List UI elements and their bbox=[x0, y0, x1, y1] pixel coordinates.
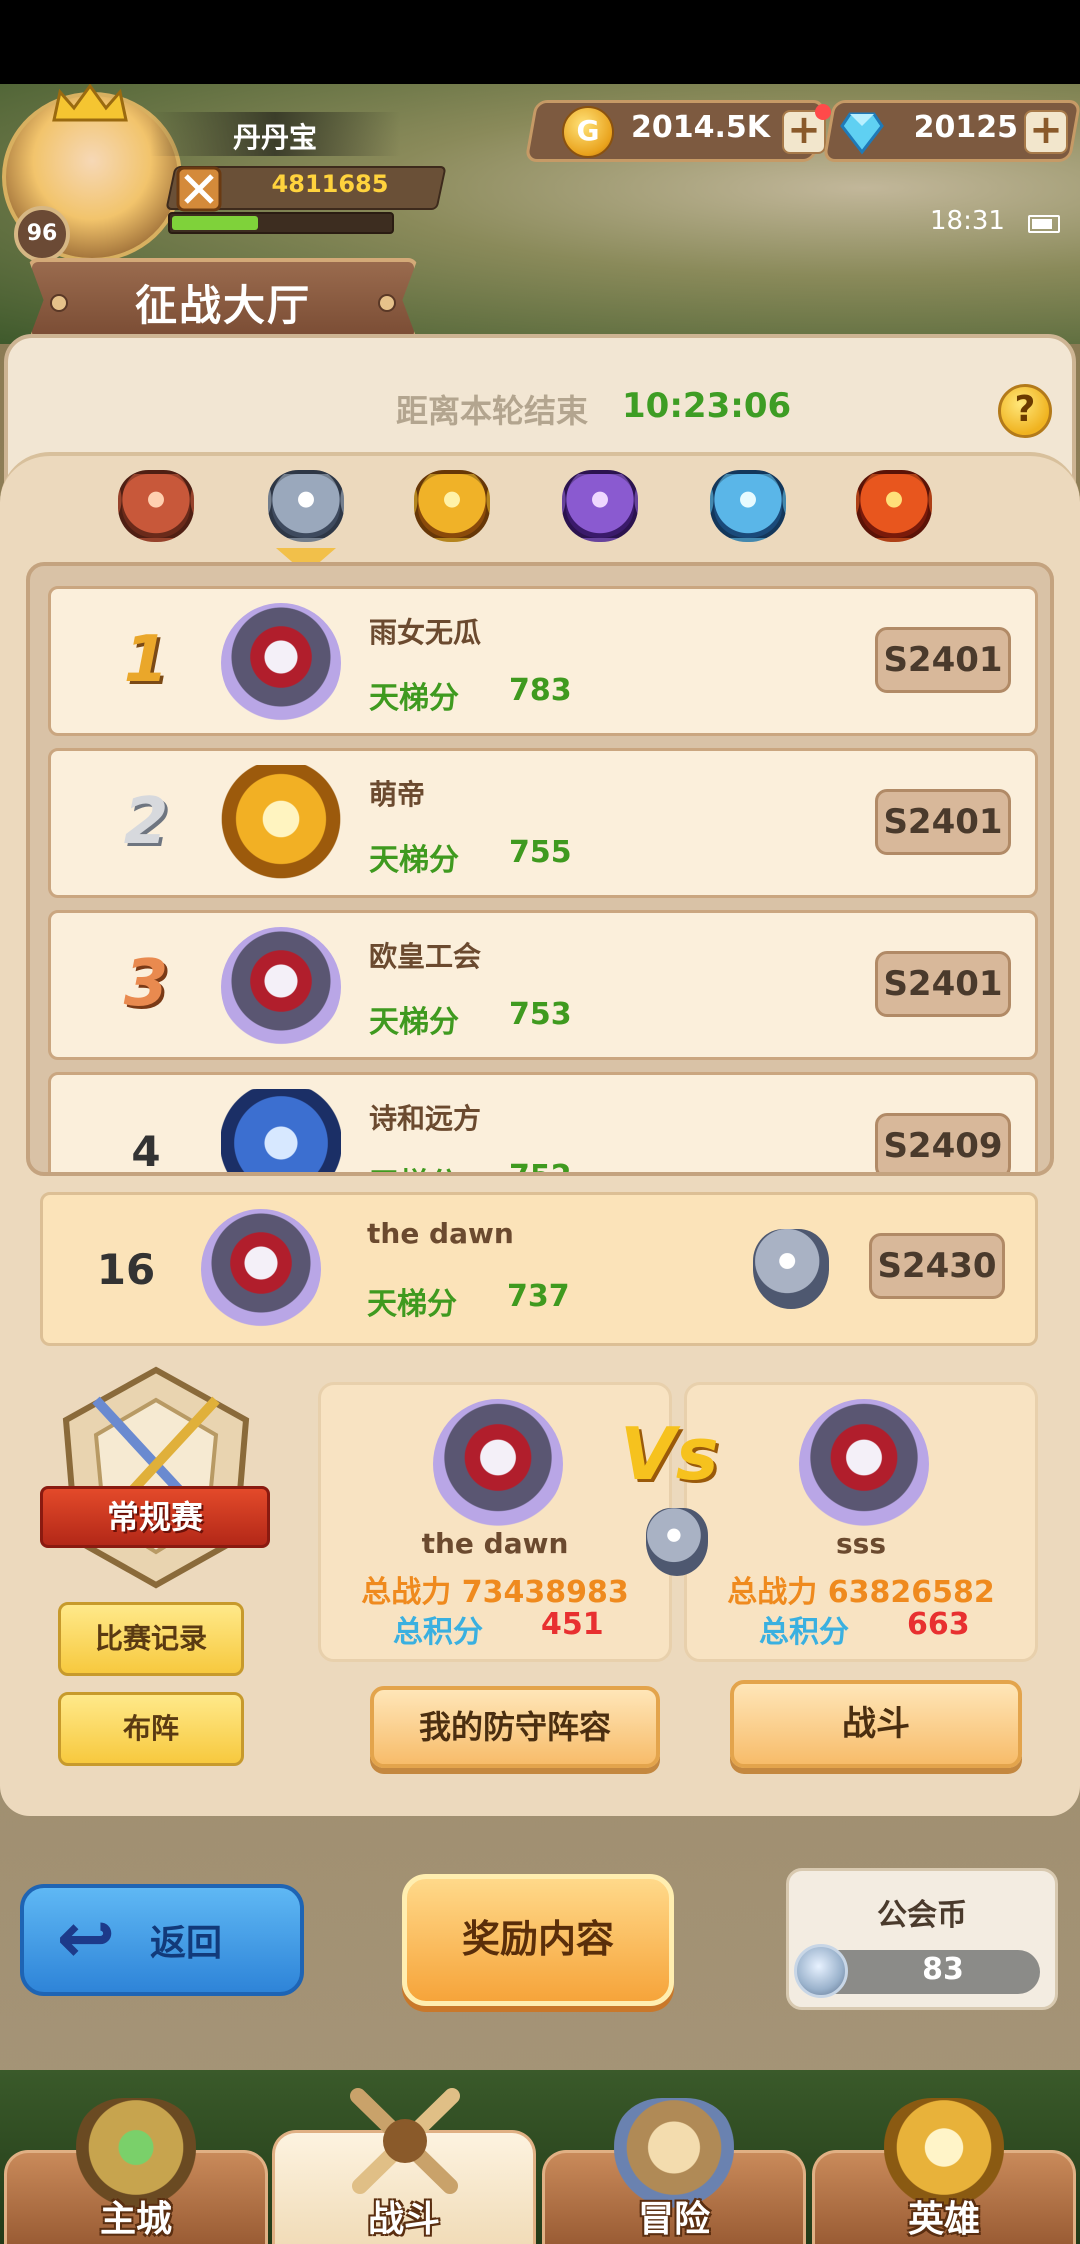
guild-name: 诗和远方 bbox=[369, 1102, 482, 1135]
ranking-row[interactable]: 3 欧皇工会 天梯分 753 S2401 bbox=[48, 910, 1038, 1060]
king-tier-icon[interactable] bbox=[856, 470, 932, 542]
points-label: 总积分 bbox=[759, 1615, 849, 1650]
guild-emblem-icon bbox=[221, 603, 341, 723]
gold-tier-icon[interactable] bbox=[414, 470, 490, 542]
guild-emblem-icon bbox=[433, 1399, 563, 1529]
lineup-button[interactable]: 布阵 bbox=[58, 1692, 244, 1766]
guild-coin-icon bbox=[794, 1944, 848, 1998]
crossed-swords-icon bbox=[176, 166, 222, 212]
rank-number: 2 bbox=[123, 785, 169, 859]
guild-emblem-icon bbox=[221, 1089, 341, 1172]
nav-label-battle: 战斗 bbox=[367, 2199, 440, 2240]
guild-coin-label: 公会币 bbox=[877, 1898, 967, 1933]
bronze-tier-icon[interactable] bbox=[118, 470, 194, 542]
league-label: 常规赛 bbox=[40, 1486, 270, 1548]
diamond-amount: 20125 bbox=[913, 110, 1018, 145]
ladder-score: 755 bbox=[509, 835, 572, 870]
purple-tier-icon[interactable] bbox=[562, 470, 638, 542]
back-label: 返回 bbox=[150, 1923, 223, 1964]
gold-amount: 2014.5K bbox=[630, 110, 770, 145]
silver-trophy-icon bbox=[753, 1229, 829, 1309]
opponent-guild-power: 总战力 63826582 bbox=[687, 1567, 1035, 1611]
my-guild-points: 451 bbox=[541, 1607, 604, 1642]
nav-label-heroes: 英雄 bbox=[907, 2199, 980, 2240]
battery-icon bbox=[1028, 215, 1060, 233]
ladder-score-label: 天梯分 bbox=[369, 843, 459, 878]
guild-emblem-icon bbox=[221, 765, 341, 885]
diamond-tier-icon[interactable] bbox=[710, 470, 786, 542]
player-name: 丹丹宝 bbox=[232, 121, 317, 154]
crown-icon bbox=[52, 84, 128, 122]
my-ranking-row[interactable]: 16 the dawn 天梯分 737 S2430 bbox=[40, 1192, 1038, 1346]
ladder-score-label: 天梯分 bbox=[369, 1159, 459, 1172]
ranking-row[interactable]: 4 诗和远方 天梯分 752 S2409 bbox=[48, 1072, 1038, 1176]
opponent-guild-name: sss bbox=[836, 1527, 886, 1560]
exp-bar-fill bbox=[172, 216, 258, 230]
rewards-button[interactable]: 奖励内容 bbox=[402, 1874, 674, 2006]
gold-coin-icon: G bbox=[562, 106, 614, 158]
match-record-button[interactable]: 比赛记录 bbox=[58, 1602, 244, 1676]
guild-name: the dawn bbox=[367, 1217, 514, 1250]
nav-label-main-city: 主城 bbox=[99, 2199, 172, 2240]
help-button[interactable]: ? bbox=[998, 384, 1052, 438]
ladder-score: 737 bbox=[507, 1279, 570, 1314]
rank-number: 4 bbox=[131, 1127, 161, 1176]
my-guild-card: the dawn 总战力 73438983 总积分 451 bbox=[318, 1382, 672, 1662]
server-badge: S2430 bbox=[869, 1233, 1005, 1299]
guild-emblem-icon bbox=[221, 927, 341, 1047]
points-label: 总积分 bbox=[393, 1615, 483, 1650]
ranking-row[interactable]: 1 雨女无瓜 天梯分 783 S2401 bbox=[48, 586, 1038, 736]
status-bar bbox=[0, 0, 1080, 84]
power-label: 总战力 bbox=[361, 1575, 452, 1610]
server-badge: S2401 bbox=[875, 627, 1011, 693]
fight-button[interactable]: 战斗 bbox=[730, 1680, 1022, 1768]
guild-name: 欧皇工会 bbox=[369, 940, 482, 973]
vs-icon: Vs bbox=[620, 1412, 719, 1496]
crossed-swords-icon bbox=[350, 2088, 460, 2194]
guild-name: 萌帝 bbox=[369, 778, 426, 811]
opponent-guild-card: sss 总战力 63826582 总积分 663 bbox=[684, 1382, 1038, 1662]
diamond-icon bbox=[840, 112, 884, 155]
silver-tier-icon[interactable] bbox=[268, 470, 344, 542]
ranking-list[interactable]: 1 雨女无瓜 天梯分 783 S2401 2 萌帝 天梯分 755 S2401 … bbox=[26, 562, 1054, 1176]
guild-name: 雨女无瓜 bbox=[369, 616, 482, 649]
server-badge: S2401 bbox=[875, 951, 1011, 1017]
countdown-value: 10:23:06 bbox=[622, 386, 792, 426]
server-badge: S2401 bbox=[875, 789, 1011, 855]
my-defense-lineup-button[interactable]: 我的防守阵容 bbox=[370, 1686, 660, 1768]
back-arrow-icon: ↩ bbox=[56, 1897, 116, 1979]
my-guild-name: the dawn bbox=[421, 1527, 569, 1560]
guild-emblem-icon bbox=[201, 1209, 321, 1329]
nav-label-adventure: 冒险 bbox=[637, 2199, 710, 2240]
power-label: 总战力 bbox=[727, 1575, 818, 1610]
rank-number: 3 bbox=[123, 947, 169, 1021]
player-level-badge: 96 bbox=[14, 206, 70, 262]
add-diamond-button[interactable]: + bbox=[1024, 110, 1068, 154]
notification-dot bbox=[815, 104, 831, 120]
power-value: 73438983 bbox=[461, 1575, 629, 1610]
clock: 18:31 bbox=[930, 206, 1005, 236]
ladder-score: 783 bbox=[509, 673, 572, 708]
countdown-label: 距离本轮结束 bbox=[396, 392, 589, 430]
power-value: 63826582 bbox=[827, 1575, 995, 1610]
ladder-score-label: 天梯分 bbox=[369, 681, 459, 716]
server-badge: S2409 bbox=[875, 1113, 1011, 1172]
player-power: 4811685 bbox=[271, 170, 389, 198]
guild-emblem-icon bbox=[799, 1399, 929, 1529]
silver-trophy-icon bbox=[646, 1508, 708, 1576]
league-badge-icon bbox=[62, 1366, 250, 1589]
rank-number: 1 bbox=[123, 623, 169, 697]
my-guild-power: 总战力 73438983 bbox=[321, 1567, 669, 1611]
ranking-row[interactable]: 2 萌帝 天梯分 755 S2401 bbox=[48, 748, 1038, 898]
guild-coin-value: 83 bbox=[922, 1952, 964, 1987]
ladder-score: 753 bbox=[509, 997, 572, 1032]
ladder-score-label: 天梯分 bbox=[367, 1287, 457, 1322]
ladder-score: 752 bbox=[509, 1159, 572, 1172]
ladder-score-label: 天梯分 bbox=[369, 1005, 459, 1040]
opponent-guild-points: 663 bbox=[907, 1607, 970, 1642]
rank-number: 16 bbox=[96, 1245, 156, 1294]
page-title: 征战大厅 bbox=[134, 281, 311, 330]
